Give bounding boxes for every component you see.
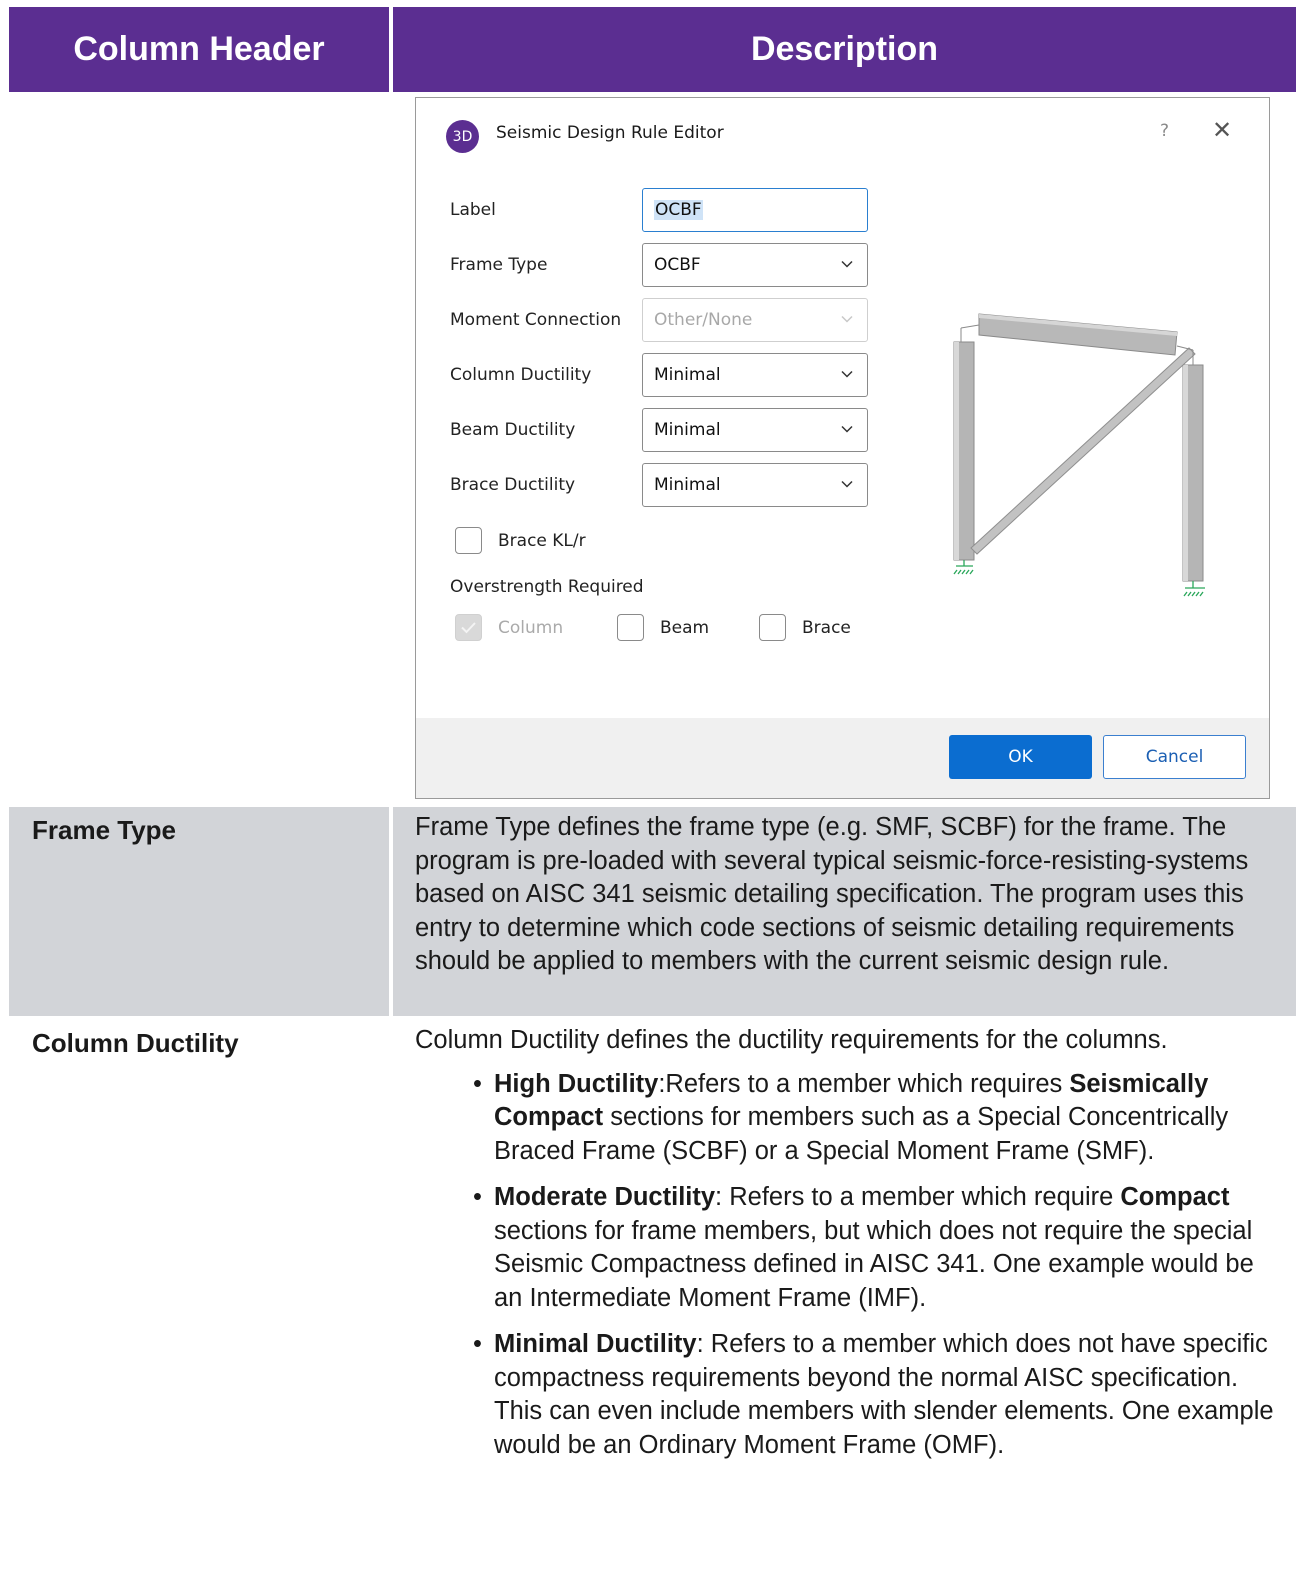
bullet-emphasis: Compact — [1120, 1183, 1230, 1211]
beam-ductility-select-value: Minimal — [654, 420, 721, 440]
ductility-list: • High Ductility:Refers to a member which… — [415, 1068, 1282, 1463]
frame-type-description: Frame Type defines the frame type (e.g. … — [393, 807, 1296, 1016]
frame-type-select[interactable]: OCBF — [642, 243, 868, 287]
chevron-down-icon — [840, 312, 854, 326]
close-icon[interactable]: ✕ — [1212, 116, 1232, 144]
column-header-heading: Column Header — [9, 7, 389, 92]
seismic-design-rule-editor-dialog: 3D Seismic Design Rule Editor ? ✕ Label … — [415, 97, 1270, 799]
chevron-down-icon — [840, 422, 854, 436]
bullet-text: sections for frame members, but which do… — [494, 1216, 1254, 1312]
app-logo-icon: 3D — [446, 120, 479, 153]
overstrength-heading: Overstrength Required — [450, 577, 644, 597]
column-ductility-select[interactable]: Minimal — [642, 353, 868, 397]
frame-type-field-label: Frame Type — [450, 255, 548, 275]
ok-button[interactable]: OK — [949, 735, 1092, 779]
brace-ductility-select[interactable]: Minimal — [642, 463, 868, 507]
chevron-down-icon — [840, 477, 854, 491]
list-item: • Minimal Ductility: Refers to a member w… — [415, 1328, 1282, 1462]
bullet-icon: • — [473, 1330, 482, 1358]
bullet-term: Moderate Ductility — [494, 1183, 716, 1211]
label-input[interactable]: OCBF — [642, 188, 868, 232]
bullet-text: :Refers to a member which requires — [658, 1069, 1070, 1098]
beam-ductility-select[interactable]: Minimal — [642, 408, 868, 452]
frame-type-select-value: OCBF — [654, 255, 701, 275]
bullet-text: sections for members such as a Special C… — [494, 1103, 1229, 1165]
beam-ductility-field-label: Beam Ductility — [450, 420, 576, 440]
braced-frame-illustration — [953, 313, 1205, 597]
column-ductility-field-label: Column Ductility — [450, 365, 592, 385]
bullet-icon: • — [473, 1069, 482, 1098]
moment-connection-select-value: Other/None — [654, 310, 753, 330]
bullet-term: Minimal Ductility — [494, 1330, 697, 1358]
list-item: • High Ductility:Refers to a member which… — [415, 1068, 1282, 1169]
empty-label-cell — [9, 96, 389, 803]
column-ductility-select-value: Minimal — [654, 365, 721, 385]
overstrength-beam-label: Beam — [660, 618, 710, 638]
help-button[interactable]: ? — [1160, 121, 1169, 141]
frame-type-label: Frame Type — [9, 807, 389, 1016]
list-item: • Moderate Ductility: Refers to a member … — [415, 1181, 1282, 1315]
description-heading: Description — [393, 7, 1296, 92]
chevron-down-icon — [840, 367, 854, 381]
brace-ductility-select-value: Minimal — [654, 475, 721, 495]
label-field-label: Label — [450, 200, 496, 220]
right-support-icon — [1183, 581, 1205, 597]
left-support-icon — [953, 560, 974, 575]
column-ductility-description: Column Ductility defines the ductility r… — [393, 1020, 1296, 1581]
bullet-term: High Ductility — [494, 1069, 659, 1098]
bullet-icon: • — [473, 1183, 482, 1211]
column-ductility-label: Column Ductility — [9, 1020, 389, 1581]
dialog-footer: OK Cancel — [416, 718, 1269, 798]
label-input-value: OCBF — [654, 200, 703, 220]
brace-ductility-field-label: Brace Ductility — [450, 475, 576, 495]
overstrength-brace-checkbox[interactable] — [759, 614, 786, 641]
overstrength-column-label: Column — [498, 618, 564, 638]
chevron-down-icon — [840, 257, 854, 271]
overstrength-brace-label: Brace — [802, 618, 851, 638]
moment-connection-select: Other/None — [642, 298, 868, 342]
brace-klr-checkbox[interactable] — [455, 527, 482, 554]
column-ductility-intro: Column Ductility defines the ductility r… — [415, 1026, 1168, 1054]
brace-klr-label: Brace KL/r — [498, 531, 586, 551]
dialog-title: Seismic Design Rule Editor — [496, 123, 724, 143]
overstrength-beam-checkbox[interactable] — [617, 614, 644, 641]
overstrength-column-checkbox — [455, 614, 482, 641]
moment-connection-field-label: Moment Connection — [450, 310, 622, 330]
dialog-title-bar: 3D Seismic Design Rule Editor ? ✕ — [416, 98, 1269, 168]
cancel-button[interactable]: Cancel — [1103, 735, 1246, 779]
checkmark-icon — [461, 622, 476, 634]
bullet-text: : Refers to a member which require — [715, 1183, 1121, 1211]
